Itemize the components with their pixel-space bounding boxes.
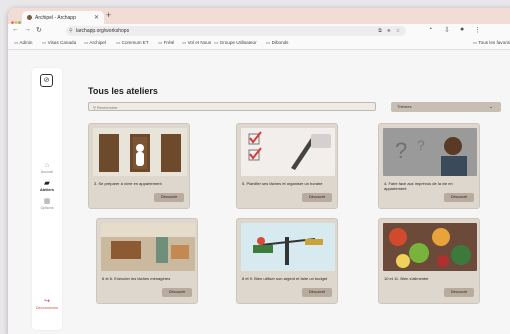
chevron-down-icon: ⌄ xyxy=(488,104,493,110)
workshop-card[interactable]: 3. Se préparer à vivre en appartement Dé… xyxy=(88,123,190,209)
discover-button[interactable]: Découvrir xyxy=(154,193,184,202)
downloads-icon[interactable]: ⇩ xyxy=(444,26,450,34)
card-image-kitchen xyxy=(101,223,195,271)
card-image-healthy-food xyxy=(383,223,477,271)
bookmark-item[interactable]: Admin xyxy=(14,40,32,46)
sidebar-item-label: Ateliers xyxy=(40,188,54,192)
app-area: ⊘ ⌂ Accueil ▰ Ateliers ▦ Options ↪ Décon… xyxy=(8,50,510,334)
logout-label: Déconnexion xyxy=(35,306,59,310)
card-image-budget-scale xyxy=(241,223,335,271)
bookmark-item[interactable]: Groupe Utilisateur xyxy=(214,40,257,46)
workshop-card[interactable]: 8 et 9. Bien utiliser son argent et fair… xyxy=(236,218,338,304)
card-caption: 5. Planifier ses tâches et organiser un … xyxy=(242,181,323,186)
favicon-icon xyxy=(27,15,32,20)
sidebar-item-ateliers[interactable]: ▰ Ateliers xyxy=(32,180,62,192)
logout-button[interactable]: ↪ Déconnexion xyxy=(32,298,62,310)
discover-button[interactable]: Découvrir xyxy=(302,288,332,297)
new-tab-button[interactable]: + xyxy=(106,10,111,20)
svg-text:?: ? xyxy=(395,138,407,163)
tab-title: Archipel - Archapp xyxy=(35,14,76,21)
address-bar: ← → ↻ ⚲ larchapp.org/workshops ⧉ ⊕ ☆ ◔ ⇩… xyxy=(8,24,510,38)
workshop-card[interactable]: 10 et 11. Bien s'alimenter Découvrir xyxy=(378,218,480,304)
bookmark-item[interactable]: Commum ET xyxy=(116,40,149,46)
reload-icon[interactable]: ↻ xyxy=(36,26,42,34)
bookmark-item[interactable]: Archipel xyxy=(84,40,106,46)
bookmark-item[interactable]: Vol et Nous xyxy=(182,40,212,46)
bookmark-item[interactable]: Dibonds xyxy=(266,40,289,46)
filter-label: Thèmes xyxy=(397,104,412,109)
book-icon: ▰ xyxy=(44,180,50,187)
sidebar: ⊘ ⌂ Accueil ▰ Ateliers ▦ Options ↪ Décon… xyxy=(32,68,62,330)
workshop-card[interactable]: 5. Planifier ses tâches et organiser un … xyxy=(236,123,338,209)
home-icon: ⌂ xyxy=(44,162,50,169)
bookmark-item[interactable]: Frété xyxy=(158,40,175,46)
svg-text:?: ? xyxy=(417,137,425,153)
menu-icon[interactable]: ⋮ xyxy=(474,26,481,34)
extensions-icon[interactable]: ◔ xyxy=(428,26,432,33)
card-caption: 10 et 11. Bien s'alimenter xyxy=(384,276,429,281)
tab-strip: Archipel - Archapp ✕ + xyxy=(8,8,510,24)
bookmark-item[interactable]: Visas Canada xyxy=(42,40,77,46)
workshop-card[interactable]: 6 et 6. Exécuter les tâches ménagères Dé… xyxy=(96,218,198,304)
card-image-doors xyxy=(93,128,187,176)
url-text: larchapp.org/workshops xyxy=(76,28,130,34)
discover-button[interactable]: Découvrir xyxy=(444,193,474,202)
card-caption: 4. Faire face aux imprévus de la vie en … xyxy=(384,181,453,191)
discover-button[interactable]: Découvrir xyxy=(302,193,332,202)
search-input[interactable]: ⚲ Rechercher xyxy=(88,102,376,111)
card-caption: 8 et 9. Bien utiliser son argent et fair… xyxy=(242,276,328,281)
bookmarks-bar: Admin Visas Canada Archipel Commum ET Fr… xyxy=(8,38,510,50)
app-logo-icon[interactable]: ⊘ xyxy=(40,74,53,87)
card-image-checklist xyxy=(241,128,335,176)
close-tab-icon[interactable]: ✕ xyxy=(94,14,99,21)
forward-icon[interactable]: → xyxy=(24,26,31,33)
page-title: Tous les ateliers xyxy=(88,86,158,96)
discover-button[interactable]: Découvrir xyxy=(162,288,192,297)
url-field[interactable]: ⚲ larchapp.org/workshops ⧉ ⊕ ☆ xyxy=(66,26,406,36)
site-info-icon[interactable]: ⚲ xyxy=(69,26,73,36)
logout-icon: ↪ xyxy=(44,298,50,305)
search-placeholder: Rechercher xyxy=(97,105,118,110)
card-caption: 6 et 6. Exécuter les tâches ménagères xyxy=(102,276,171,281)
all-bookmarks[interactable]: Tous les favoris xyxy=(473,40,510,46)
browser-tab[interactable]: Archipel - Archapp ✕ xyxy=(22,11,104,24)
sidebar-item-accueil[interactable]: ⌂ Accueil xyxy=(32,162,62,174)
sidebar-item-label: Accueil xyxy=(40,170,54,174)
url-tools-icons[interactable]: ⧉ ⊕ ☆ xyxy=(378,26,402,36)
calendar-icon: ▦ xyxy=(43,198,51,205)
workshop-card[interactable]: ? ? 4. Faire face aux imprévus de la vie… xyxy=(378,123,480,209)
profile-icon[interactable]: ● xyxy=(460,26,464,33)
card-image-thinking-man: ? ? xyxy=(383,128,477,176)
theme-filter-select[interactable]: Thèmes ⌄ xyxy=(391,102,501,112)
back-icon[interactable]: ← xyxy=(12,26,19,33)
browser-window: Archipel - Archapp ✕ + ← → ↻ ⚲ larchapp.… xyxy=(8,8,510,334)
discover-button[interactable]: Découvrir xyxy=(444,288,474,297)
sidebar-item-options[interactable]: ▦ Options xyxy=(32,198,62,210)
card-caption: 3. Se préparer à vivre en appartement xyxy=(94,181,162,186)
sidebar-item-label: Options xyxy=(40,206,54,210)
